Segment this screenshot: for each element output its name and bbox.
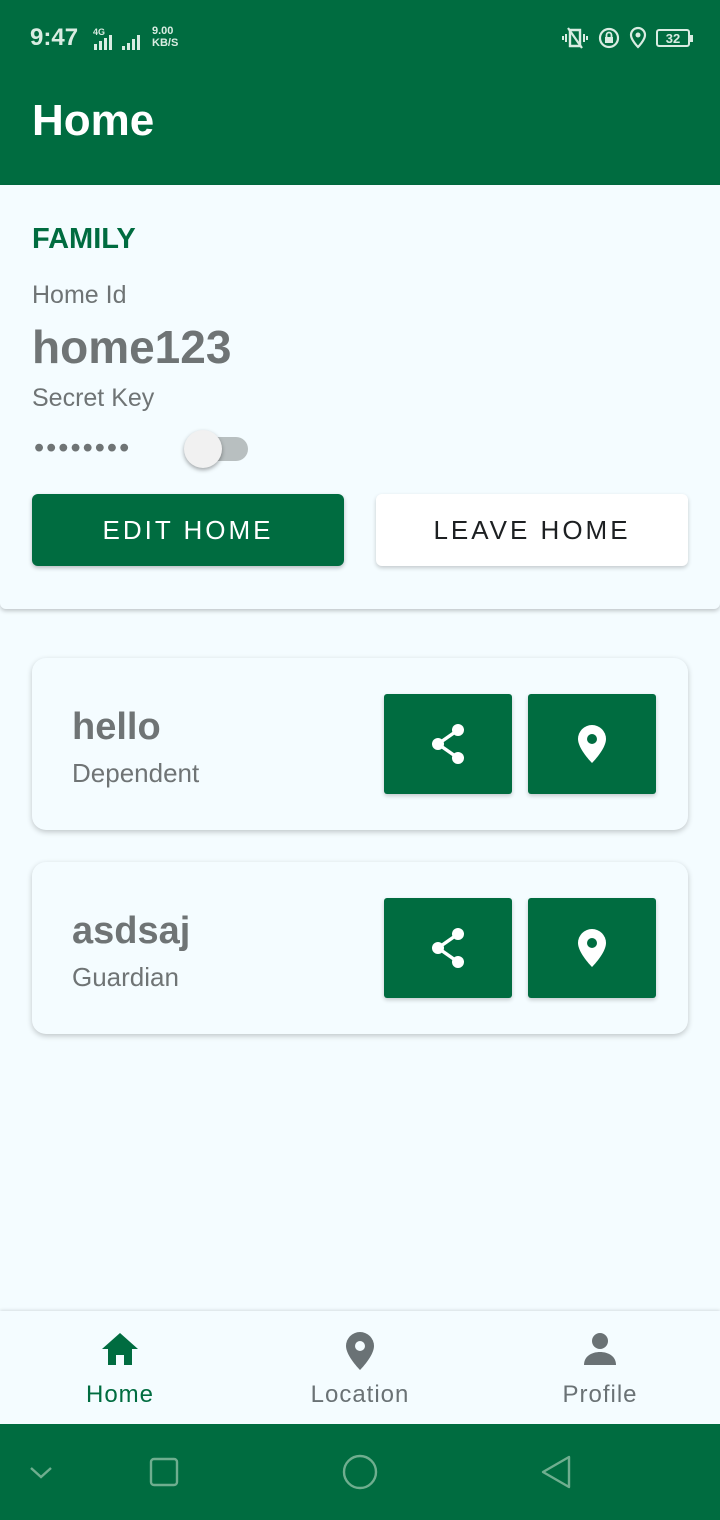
member-role: Dependent bbox=[72, 758, 200, 788]
nav-label-home: Home bbox=[85, 1381, 155, 1408]
chevron-down-icon bbox=[30, 1467, 52, 1479]
home-system-button[interactable] bbox=[340, 1452, 380, 1492]
share-icon bbox=[432, 928, 464, 968]
speed-value: 9.00 bbox=[152, 25, 174, 37]
app-bar: Home bbox=[0, 78, 720, 185]
bottom-navigation: Home Location Profile bbox=[0, 1311, 720, 1424]
battery-icon: 32 bbox=[656, 29, 693, 47]
square-icon bbox=[149, 1457, 179, 1487]
network-signal-icon: 4G bbox=[86, 24, 146, 52]
share-icon bbox=[432, 724, 464, 764]
secret-key-value: •••••••• bbox=[34, 432, 132, 464]
nav-label-profile: Profile bbox=[562, 1381, 638, 1408]
recents-button[interactable] bbox=[146, 1452, 182, 1492]
speed-unit: KB/S bbox=[152, 37, 179, 49]
location-pin-icon bbox=[240, 1331, 480, 1371]
system-navigation-bar bbox=[0, 1424, 720, 1520]
member-card: hello Dependent bbox=[32, 658, 688, 830]
family-card: FAMILY Home Id home123 Secret Key ••••••… bbox=[0, 185, 720, 609]
secret-key-label: Secret Key bbox=[32, 384, 155, 412]
share-button[interactable] bbox=[384, 898, 512, 998]
edit-home-button[interactable]: EDIT HOME bbox=[32, 494, 344, 566]
locate-member-button[interactable] bbox=[528, 898, 656, 998]
member-name: asdsaj bbox=[72, 910, 191, 952]
share-button[interactable] bbox=[384, 694, 512, 794]
toggle-knob bbox=[184, 430, 222, 468]
location-pin-icon bbox=[578, 929, 606, 967]
family-section-title: FAMILY bbox=[32, 223, 136, 255]
status-bar: 9:47 4G 9.00 KB/S 32 bbox=[0, 0, 720, 78]
leave-home-button[interactable]: LEAVE HOME bbox=[376, 494, 688, 566]
lock-rotation-icon bbox=[598, 27, 620, 49]
locate-member-button[interactable] bbox=[528, 694, 656, 794]
network-speed: 9.00 KB/S bbox=[152, 25, 178, 49]
circle-icon bbox=[342, 1454, 378, 1490]
back-triangle-icon bbox=[541, 1455, 571, 1489]
location-pin-icon bbox=[578, 725, 606, 763]
nav-item-home[interactable]: Home bbox=[0, 1311, 240, 1424]
battery-level: 32 bbox=[665, 30, 681, 46]
status-icons: 32 bbox=[560, 24, 693, 52]
nav-item-profile[interactable]: Profile bbox=[480, 1311, 720, 1424]
home-id-value: home123 bbox=[32, 321, 232, 373]
collapse-button[interactable] bbox=[26, 1452, 56, 1492]
nav-label-location: Location bbox=[310, 1381, 410, 1408]
status-time: 9:47 bbox=[30, 24, 79, 51]
location-icon bbox=[629, 26, 647, 49]
home-id-label: Home Id bbox=[32, 281, 127, 309]
show-secret-toggle[interactable] bbox=[184, 430, 248, 468]
member-name: hello bbox=[72, 706, 161, 748]
page-title: Home bbox=[32, 96, 155, 145]
nav-item-location[interactable]: Location bbox=[240, 1311, 480, 1424]
person-icon bbox=[480, 1331, 720, 1367]
vibrate-icon bbox=[562, 27, 588, 49]
member-role: Guardian bbox=[72, 962, 179, 992]
back-button[interactable] bbox=[538, 1452, 574, 1492]
member-card: asdsaj Guardian bbox=[32, 862, 688, 1034]
home-icon bbox=[0, 1331, 240, 1367]
network-type-label: 4G bbox=[93, 27, 105, 37]
